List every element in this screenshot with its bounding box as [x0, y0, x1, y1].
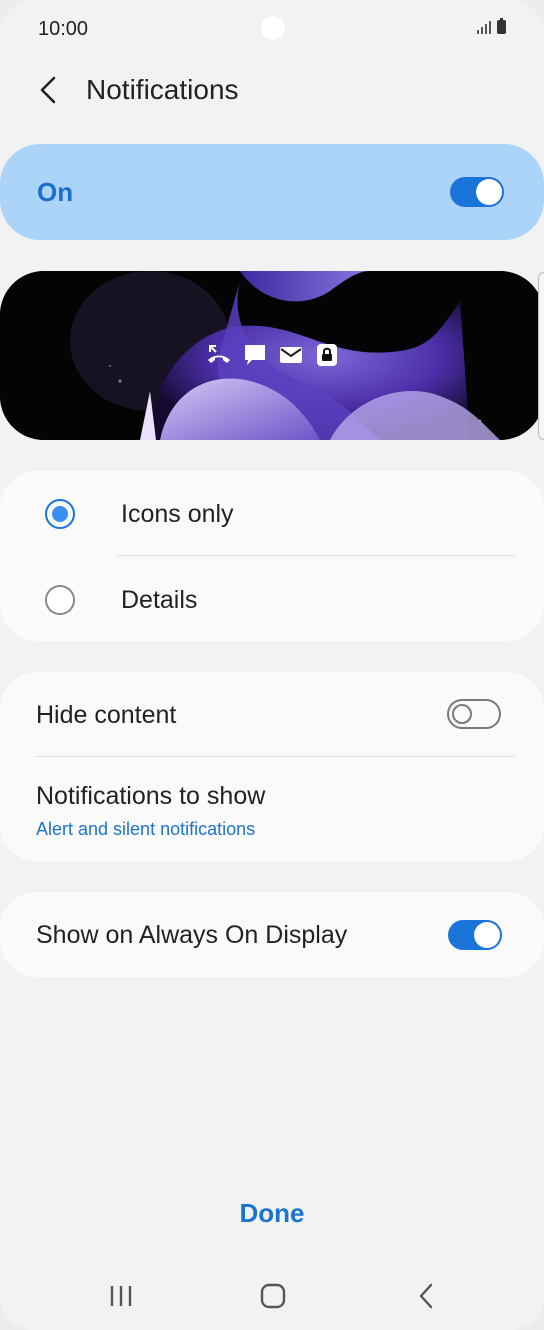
toggle-knob [452, 704, 472, 724]
option-details[interactable]: Details [0, 557, 544, 643]
option-label: Icons only [121, 499, 234, 528]
divider [118, 555, 514, 556]
master-toggle[interactable] [450, 177, 504, 207]
content-settings-card: Hide content Notifications to show Alert… [0, 672, 544, 861]
front-camera [261, 16, 285, 40]
chevron-left-icon [40, 76, 56, 104]
battery-icon [497, 18, 506, 34]
home-icon [260, 1283, 286, 1309]
page-title: Notifications [86, 74, 239, 105]
nav-back-button[interactable] [396, 1274, 456, 1318]
edge-panel-handle[interactable] [538, 272, 544, 440]
mail-icon [278, 342, 304, 368]
hide-content-label: Hide content [36, 701, 177, 729]
aod-label: Show on Always On Display [36, 921, 348, 949]
aod-card: Show on Always On Display [0, 892, 544, 977]
lock-icon [314, 342, 340, 368]
notifications-to-show-label: Notifications to show [36, 782, 266, 810]
toggle-knob [476, 179, 502, 205]
done-button[interactable]: Done [0, 1198, 544, 1229]
status-icons [477, 18, 506, 34]
home-button[interactable] [243, 1274, 303, 1318]
back-button[interactable] [28, 70, 68, 110]
master-switch-row[interactable]: On [0, 144, 544, 240]
hide-content-toggle[interactable] [447, 699, 501, 729]
phone-screen: 10:00 Notifications On Icons only Detail… [0, 0, 544, 1330]
status-time: 10:00 [38, 18, 89, 40]
hide-content-row[interactable]: Hide content [0, 672, 544, 756]
notification-style-card: Icons only Details [0, 471, 544, 641]
recent-apps-button[interactable] [91, 1274, 151, 1318]
aod-toggle[interactable] [448, 920, 502, 950]
master-switch-label: On [37, 176, 74, 207]
option-label: Details [121, 585, 198, 614]
preview-notification-icons [206, 342, 340, 368]
aod-row[interactable]: Show on Always On Display [0, 892, 544, 977]
toggle-knob [474, 922, 500, 948]
option-icons-only[interactable]: Icons only [0, 471, 544, 557]
radio-icons-only[interactable] [45, 499, 75, 529]
signal-icon [477, 20, 491, 34]
back-icon [419, 1283, 433, 1309]
missed-call-icon [206, 342, 232, 368]
notifications-to-show-value: Alert and silent notifications [36, 819, 256, 839]
notifications-to-show-row[interactable]: Notifications to show Alert and silent n… [0, 757, 544, 861]
recent-apps-icon [110, 1286, 132, 1306]
radio-details[interactable] [45, 585, 75, 615]
message-icon [242, 342, 268, 368]
